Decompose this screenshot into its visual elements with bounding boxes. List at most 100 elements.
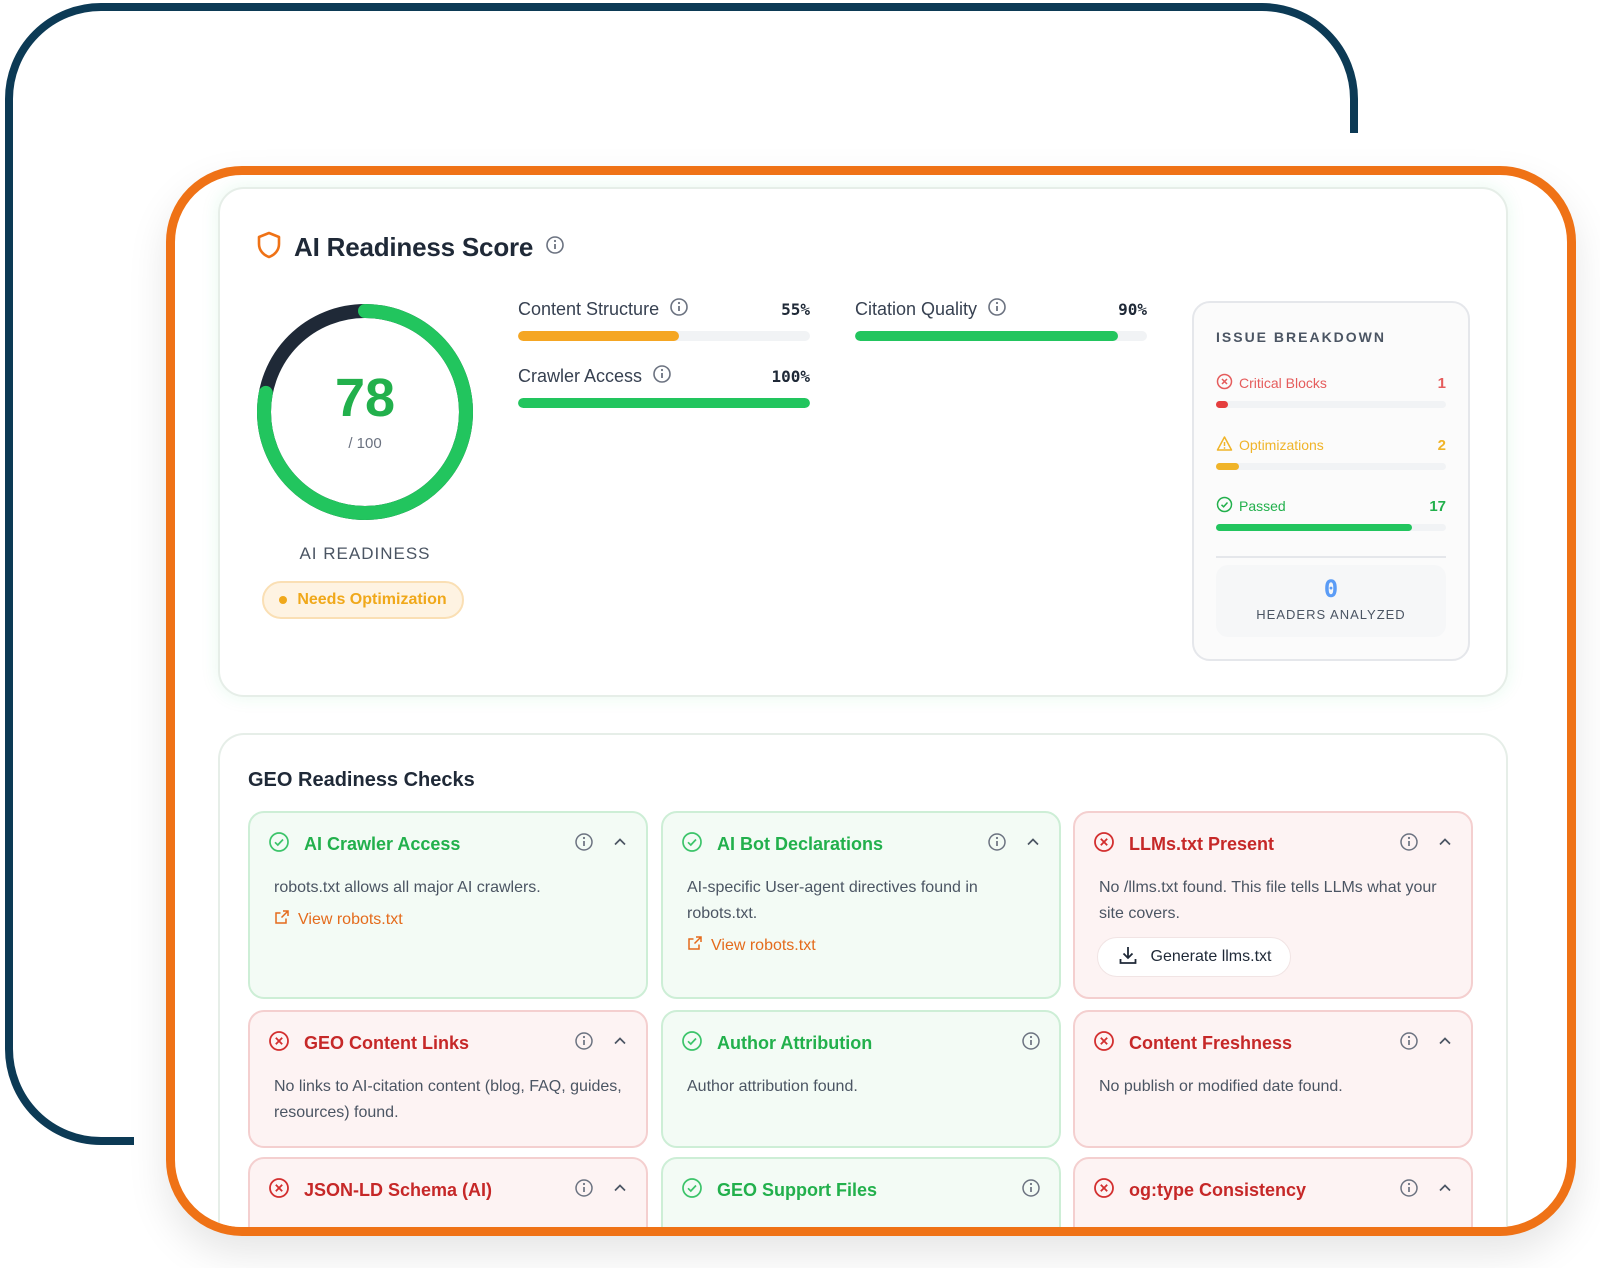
check-card-description: No links to AI-citation content (blog, F… bbox=[274, 1078, 622, 1121]
status-badge-label: Needs Optimization bbox=[297, 591, 447, 608]
chevron-up-icon[interactable] bbox=[1025, 834, 1041, 855]
info-icon[interactable] bbox=[652, 364, 672, 389]
divider bbox=[1216, 556, 1446, 558]
metric-percent: 90% bbox=[1118, 299, 1147, 319]
check-card-header: og:type Consistency bbox=[1093, 1177, 1453, 1204]
metric-progress-fill bbox=[518, 331, 679, 341]
button-label: Generate llms.txt bbox=[1150, 948, 1272, 965]
check-card-description: robots.txt allows all major AI crawlers. bbox=[274, 879, 541, 896]
issue-breakdown-card: ISSUE BREAKDOWN Critical Blocks 1 Optimi… bbox=[1192, 301, 1470, 661]
metric-content-structure: Content Structure 55% bbox=[518, 295, 810, 341]
info-icon[interactable] bbox=[1399, 1178, 1419, 1203]
check-card-geo-content-links[interactable]: GEO Content Links No links to AI-citation… bbox=[248, 1010, 648, 1148]
check-card-title: GEO Support Files bbox=[717, 1180, 878, 1200]
check-card-header: AI Crawler Access bbox=[268, 831, 628, 858]
check-card-description: Author attribution found. bbox=[687, 1078, 858, 1095]
check-card-title: AI Crawler Access bbox=[304, 834, 461, 854]
check-card-json-ld-schema-ai[interactable]: JSON-LD Schema (AI) bbox=[248, 1157, 648, 1227]
info-icon[interactable] bbox=[669, 297, 689, 322]
check-card-title: Author Attribution bbox=[717, 1033, 873, 1053]
issue-label: Optimizations bbox=[1239, 437, 1324, 453]
issue-critical-blocks: Critical Blocks 1 bbox=[1216, 373, 1446, 408]
generate-llms-button[interactable]: Generate llms.txt bbox=[1097, 937, 1291, 977]
metric-progress-track bbox=[518, 398, 810, 408]
view-robots-link[interactable]: View robots.txt bbox=[274, 909, 403, 930]
info-icon[interactable] bbox=[1399, 832, 1419, 857]
headers-analyzed-label: HEADERS ANALYZED bbox=[1256, 607, 1406, 622]
section-title: GEO Readiness Checks bbox=[248, 769, 475, 791]
check-card-header: LLMs.txt Present bbox=[1093, 831, 1453, 858]
chevron-up-icon[interactable] bbox=[612, 1180, 628, 1201]
check-card-header: GEO Support Files bbox=[681, 1177, 1041, 1204]
x-circle-icon bbox=[1093, 831, 1115, 858]
check-card-header: Author Attribution bbox=[681, 1030, 1041, 1057]
metric-progress-track bbox=[518, 331, 810, 341]
metric-citation-quality: Citation Quality 90% bbox=[855, 295, 1147, 341]
status-badge: Needs Optimization bbox=[262, 581, 464, 619]
info-icon[interactable] bbox=[1021, 1031, 1041, 1056]
issue-label: Passed bbox=[1239, 498, 1286, 514]
check-card-title: og:type Consistency bbox=[1129, 1180, 1307, 1200]
metric-name: Content Structure bbox=[518, 298, 660, 319]
chevron-up-icon[interactable] bbox=[612, 1033, 628, 1054]
external-link-icon bbox=[687, 935, 703, 956]
chevron-up-icon[interactable] bbox=[612, 834, 628, 855]
metric-name: Citation Quality bbox=[855, 298, 978, 319]
x-circle-icon bbox=[1093, 1177, 1115, 1204]
issue-optimizations: Optimizations 2 bbox=[1216, 435, 1446, 470]
metric-percent: 100% bbox=[771, 366, 810, 386]
check-card-og-type-consistency[interactable]: og:type Consistency bbox=[1073, 1157, 1473, 1227]
x-circle-icon bbox=[268, 1177, 290, 1204]
view-robots-link[interactable]: View robots.txt bbox=[687, 935, 816, 956]
metric-name: Crawler Access bbox=[518, 365, 643, 386]
info-icon[interactable] bbox=[574, 832, 594, 857]
check-card-geo-support-files[interactable]: GEO Support Files bbox=[661, 1157, 1061, 1227]
info-icon[interactable] bbox=[574, 1178, 594, 1203]
chevron-up-icon[interactable] bbox=[1437, 1033, 1453, 1054]
metric-progress-track bbox=[855, 331, 1147, 341]
issue-breakdown-title: ISSUE BREAKDOWN bbox=[1216, 329, 1387, 345]
check-circle-icon bbox=[681, 1030, 703, 1057]
issue-passed: Passed 17 bbox=[1216, 496, 1446, 531]
x-circle-icon bbox=[1216, 373, 1233, 393]
check-circle-icon bbox=[268, 831, 290, 858]
status-dot bbox=[279, 596, 288, 604]
metric-progress-fill bbox=[855, 331, 1118, 341]
check-card-description: No /llms.txt found. This file tells LLMs… bbox=[1099, 879, 1437, 922]
check-card-title: AI Bot Declarations bbox=[717, 834, 884, 854]
score-ring: 78 / 100 bbox=[250, 297, 480, 527]
issue-progress-fill bbox=[1216, 463, 1239, 470]
info-icon[interactable] bbox=[545, 235, 565, 260]
chevron-up-icon[interactable] bbox=[1437, 1180, 1453, 1201]
score-value: 78 bbox=[334, 368, 396, 428]
warning-triangle-icon bbox=[1216, 435, 1233, 455]
info-icon[interactable] bbox=[987, 297, 1007, 322]
chevron-up-icon[interactable] bbox=[1437, 834, 1453, 855]
metric-crawler-access: Crawler Access 100% bbox=[518, 362, 810, 408]
check-card-content-freshness[interactable]: Content Freshness No publish or modified … bbox=[1073, 1010, 1473, 1148]
issue-progress-fill bbox=[1216, 401, 1228, 408]
check-card-ai-crawler-access[interactable]: AI Crawler Access robots.txt allows all m… bbox=[248, 811, 648, 999]
check-card-description: No publish or modified date found. bbox=[1099, 1078, 1343, 1095]
app-window: AI Readiness Score 78 / 100 AI READINESS… bbox=[166, 166, 1576, 1236]
link-label: View robots.txt bbox=[298, 910, 403, 928]
info-icon[interactable] bbox=[1021, 1178, 1041, 1203]
check-card-header: Content Freshness bbox=[1093, 1030, 1453, 1057]
info-icon[interactable] bbox=[987, 832, 1007, 857]
panel-header: AI Readiness Score bbox=[256, 231, 565, 264]
ai-readiness-score-panel: AI Readiness Score 78 / 100 AI READINESS… bbox=[218, 187, 1508, 697]
check-card-title: GEO Content Links bbox=[304, 1033, 470, 1053]
info-icon[interactable] bbox=[574, 1031, 594, 1056]
check-card-llms-txt-present[interactable]: LLMs.txt Present No /llms.txt found. This… bbox=[1073, 811, 1473, 999]
check-card-ai-bot-declarations[interactable]: AI Bot Declarations AI-specific User-agen… bbox=[661, 811, 1061, 999]
check-circle-icon bbox=[681, 1177, 703, 1204]
issue-label: Critical Blocks bbox=[1239, 375, 1327, 391]
check-card-author-attribution[interactable]: Author Attribution Author attribution fou… bbox=[661, 1010, 1061, 1148]
headers-analyzed-count: 0 bbox=[1323, 575, 1339, 603]
issue-count: 1 bbox=[1437, 374, 1446, 392]
download-icon bbox=[1117, 944, 1139, 971]
info-icon[interactable] bbox=[1399, 1031, 1419, 1056]
headers-analyzed-box: 0 HEADERS ANALYZED bbox=[1216, 565, 1446, 637]
check-card-title: Content Freshness bbox=[1129, 1033, 1293, 1053]
check-circle-icon bbox=[1216, 496, 1233, 516]
